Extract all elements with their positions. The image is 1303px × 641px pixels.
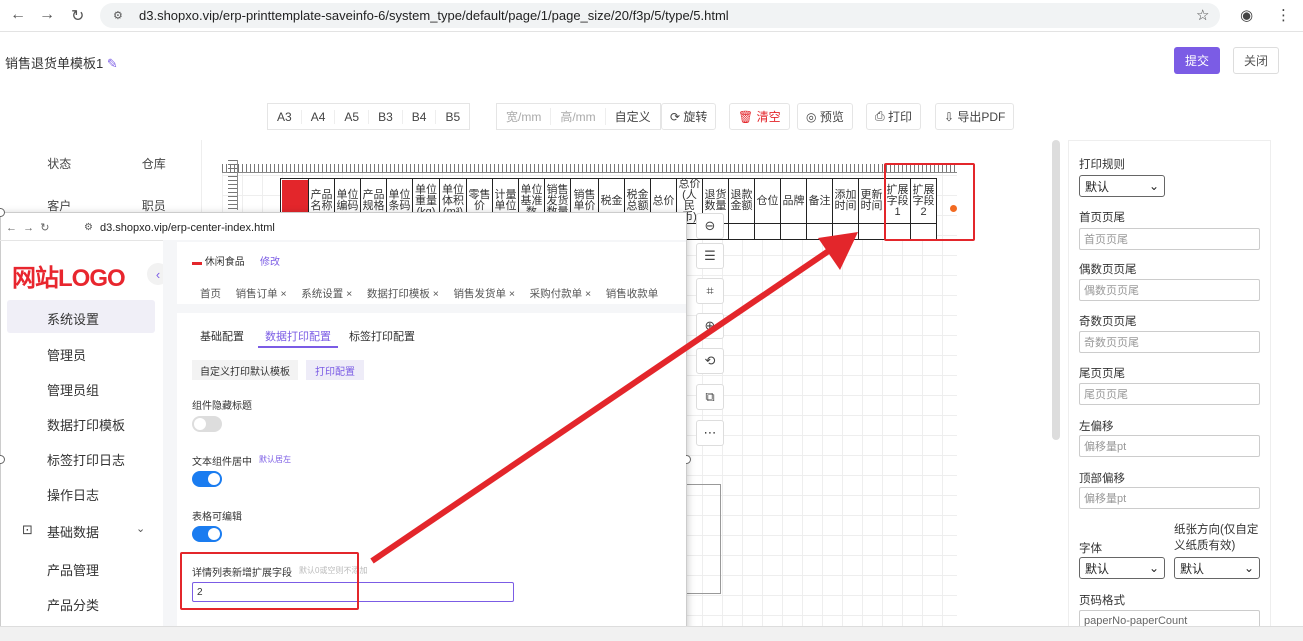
- annotation-arrow: [370, 232, 858, 564]
- horizontal-scrollbar[interactable]: [0, 626, 1303, 641]
